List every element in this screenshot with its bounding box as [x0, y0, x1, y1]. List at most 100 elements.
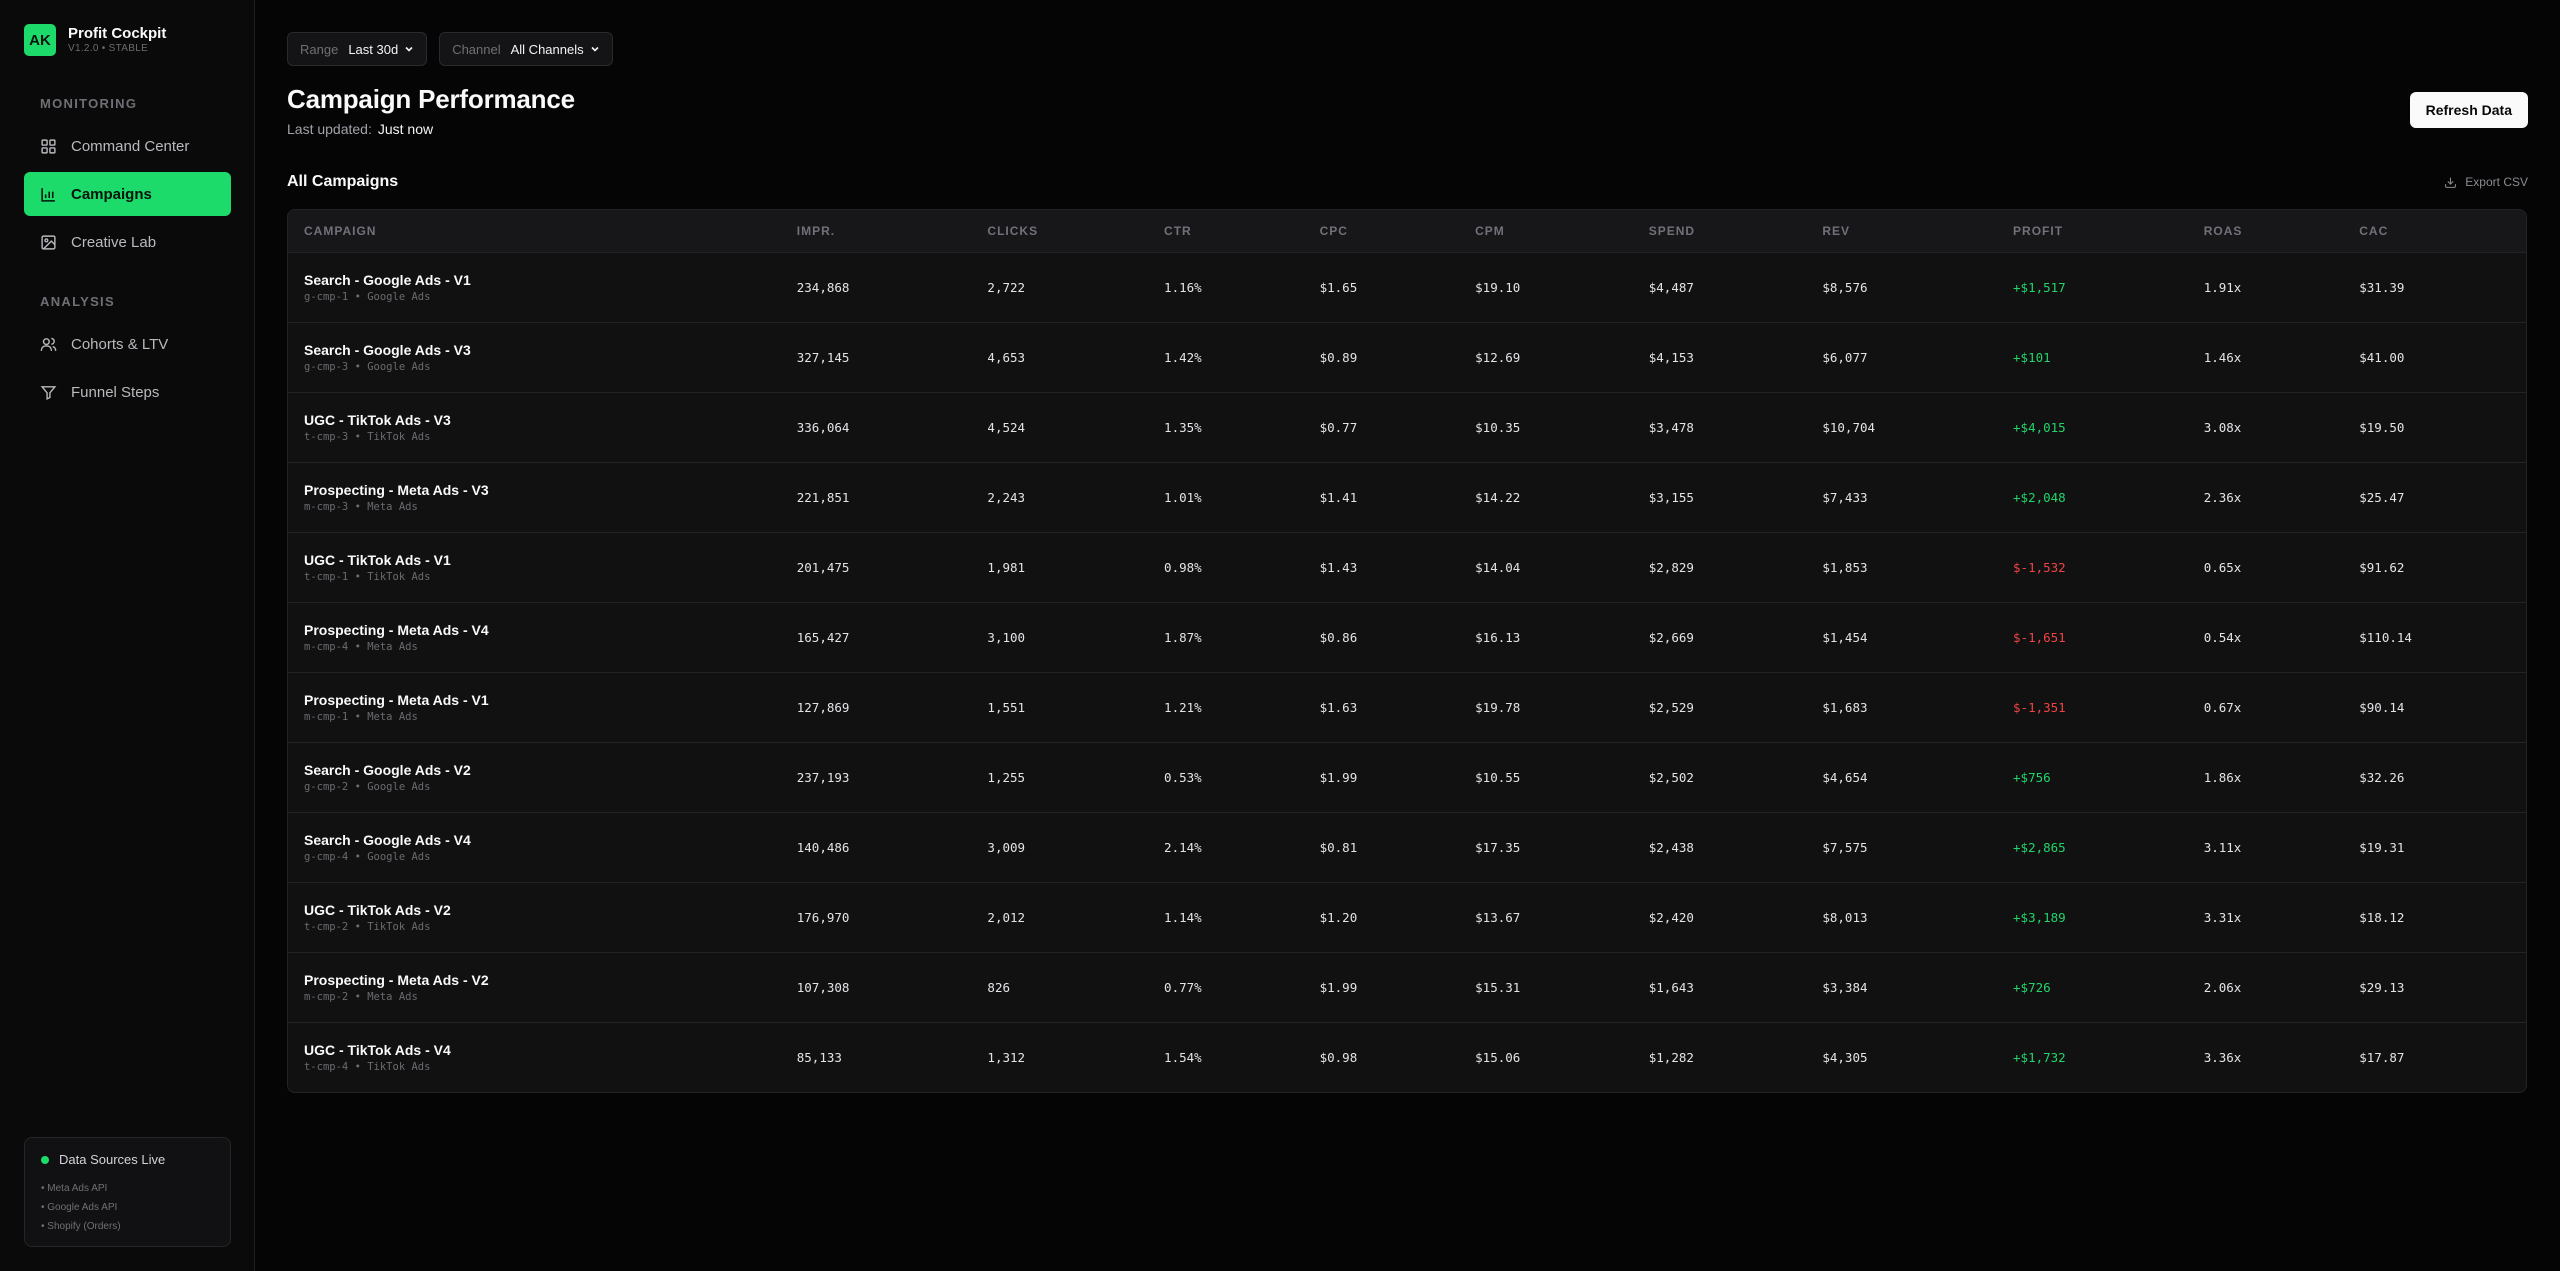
clicks-cell: 4,524: [987, 419, 1026, 435]
users-icon: [40, 337, 57, 351]
table-row[interactable]: UGC - TikTok Ads - V4 t-cmp-4 • TikTok Ad…: [288, 1022, 2526, 1092]
column-header[interactable]: CAC: [2343, 210, 2526, 252]
table-row[interactable]: Search - Google Ads - V2 g-cmp-2 • Google…: [288, 742, 2526, 812]
table-row[interactable]: Search - Google Ads - V1 g-cmp-1 • Google…: [288, 252, 2526, 322]
refresh-data-button[interactable]: Refresh Data: [2409, 92, 2528, 128]
campaign-id-channel: g-cmp-2 • Google Ads: [304, 780, 431, 793]
data-source-item: • Google Ads API: [41, 1202, 118, 1213]
cac-cell: $31.39: [2359, 279, 2405, 295]
table-row[interactable]: Search - Google Ads - V3 g-cmp-3 • Google…: [288, 322, 2526, 392]
table-row[interactable]: Prospecting - Meta Ads - V2 m-cmp-2 • Met…: [288, 952, 2526, 1022]
profit-cell: +$2,048: [2013, 489, 2066, 505]
clicks-cell: 826: [987, 979, 1010, 995]
ctr-cell: 1.35%: [1164, 419, 1202, 435]
sidebar-item-command-center[interactable]: Command Center: [24, 124, 231, 168]
data-source-item: • Meta Ads API: [41, 1183, 108, 1194]
column-header[interactable]: ROAS: [2188, 210, 2344, 252]
brand-version: V1.2.0 • STABLE: [68, 43, 149, 54]
roas-cell: 2.36x: [2203, 489, 2242, 505]
campaign-cell: UGC - TikTok Ads - V1 t-cmp-1 • TikTok Ad…: [288, 532, 781, 602]
table-header-row: All Campaigns Export CSV: [287, 171, 2528, 193]
campaign-cell: Prospecting - Meta Ads - V2 m-cmp-2 • Met…: [288, 952, 781, 1022]
column-header[interactable]: CPM: [1459, 210, 1633, 252]
cpm-cell: $19.10: [1475, 279, 1521, 295]
nav-section-monitoring: MONITORING Command Center Campaigns Crea…: [24, 96, 231, 264]
campaign-name: Prospecting - Meta Ads - V3: [304, 481, 489, 498]
column-header[interactable]: SPEND: [1633, 210, 1807, 252]
campaign-id-channel: m-cmp-4 • Meta Ads: [304, 640, 418, 653]
column-header[interactable]: CTR: [1148, 210, 1304, 252]
brand-logo: AK: [24, 24, 56, 56]
column-header[interactable]: CPC: [1304, 210, 1460, 252]
table-row[interactable]: UGC - TikTok Ads - V2 t-cmp-2 • TikTok Ad…: [288, 882, 2526, 952]
sidebar-item-label: Campaigns: [71, 185, 152, 203]
export-csv-label: Export CSV: [2465, 175, 2528, 189]
campaign-name: Search - Google Ads - V4: [304, 831, 471, 848]
ctr-cell: 1.54%: [1164, 1049, 1202, 1065]
impr-cell: 165,427: [796, 629, 850, 645]
campaign-cell: Search - Google Ads - V3 g-cmp-3 • Google…: [288, 322, 781, 392]
roas-cell: 1.46x: [2203, 349, 2242, 365]
clicks-cell: 2,243: [987, 489, 1026, 505]
campaign-name: UGC - TikTok Ads - V3: [304, 411, 451, 428]
table-title: All Campaigns: [287, 173, 399, 190]
sidebar-item-campaigns[interactable]: Campaigns: [24, 172, 231, 216]
clicks-cell: 1,981: [987, 559, 1026, 575]
campaign-name: UGC - TikTok Ads - V1: [304, 551, 451, 568]
sidebar-item-creative-lab[interactable]: Creative Lab: [24, 220, 231, 264]
export-csv-button[interactable]: Export CSV: [2444, 175, 2528, 189]
table-row[interactable]: Search - Google Ads - V4 g-cmp-4 • Google…: [288, 812, 2526, 882]
ctr-cell: 0.98%: [1164, 559, 1202, 575]
roas-cell: 3.36x: [2203, 1049, 2242, 1065]
nav-heading: ANALYSIS: [40, 294, 115, 309]
campaign-cell: UGC - TikTok Ads - V3 t-cmp-3 • TikTok Ad…: [288, 392, 781, 462]
campaign-cell: Prospecting - Meta Ads - V1 m-cmp-1 • Met…: [288, 672, 781, 742]
campaign-cell: Search - Google Ads - V4 g-cmp-4 • Google…: [288, 812, 781, 882]
column-header[interactable]: PROFIT: [1997, 210, 2188, 252]
column-header[interactable]: IMPR.: [781, 210, 972, 252]
brand: AK Profit Cockpit V1.2.0 • STABLE: [24, 24, 230, 56]
sidebar-item-funnel-steps[interactable]: Funnel Steps: [24, 370, 231, 414]
table-row[interactable]: Prospecting - Meta Ads - V1 m-cmp-1 • Met…: [288, 672, 2526, 742]
impr-cell: 336,064: [796, 419, 850, 435]
cac-cell: $29.13: [2359, 979, 2405, 995]
cpc-cell: $0.98: [1319, 1049, 1358, 1065]
cpm-cell: $12.69: [1475, 349, 1521, 365]
clicks-cell: 4,653: [987, 349, 1026, 365]
campaign-name: Search - Google Ads - V3: [304, 341, 471, 358]
spend-cell: $3,155: [1648, 489, 1694, 505]
cpc-cell: $1.41: [1319, 489, 1358, 505]
cpc-cell: $0.81: [1319, 839, 1358, 855]
channel-filter[interactable]: Channel All Channels: [439, 32, 613, 66]
rev-cell: $10,704: [1822, 419, 1876, 435]
filter-bar: Range Last 30d Channel All Channels: [287, 32, 2528, 66]
rev-cell: $1,853: [1822, 559, 1868, 575]
cac-cell: $19.50: [2359, 419, 2405, 435]
range-filter[interactable]: Range Last 30d: [287, 32, 428, 66]
column-header[interactable]: REV: [1806, 210, 1997, 252]
table-row[interactable]: Prospecting - Meta Ads - V3 m-cmp-3 • Met…: [288, 462, 2526, 532]
impr-cell: 237,193: [796, 769, 850, 785]
spend-cell: $2,669: [1648, 629, 1694, 645]
spend-cell: $1,643: [1648, 979, 1694, 995]
cac-cell: $110.14: [2359, 629, 2412, 645]
spend-cell: $4,153: [1648, 349, 1694, 365]
table-row[interactable]: Prospecting - Meta Ads - V4 m-cmp-4 • Met…: [288, 602, 2526, 672]
ctr-cell: 1.14%: [1164, 909, 1202, 925]
grid-icon: [41, 138, 56, 154]
table-row[interactable]: UGC - TikTok Ads - V1 t-cmp-1 • TikTok Ad…: [288, 532, 2526, 602]
sidebar-item-cohorts[interactable]: Cohorts & LTV: [24, 322, 231, 366]
profit-cell: $-1,351: [2013, 699, 2066, 715]
data-sources-title: Data Sources Live: [59, 1152, 166, 1167]
column-header[interactable]: CLICKS: [971, 210, 1148, 252]
column-header[interactable]: CAMPAIGN: [288, 210, 781, 252]
rev-cell: $3,384: [1822, 979, 1868, 995]
campaign-id-channel: g-cmp-1 • Google Ads: [304, 290, 431, 303]
cpm-cell: $14.22: [1475, 489, 1521, 505]
impr-cell: 221,851: [796, 489, 850, 505]
spend-cell: $2,420: [1648, 909, 1694, 925]
rev-cell: $4,305: [1822, 1049, 1868, 1065]
cpc-cell: $1.63: [1319, 699, 1358, 715]
table-row[interactable]: UGC - TikTok Ads - V3 t-cmp-3 • TikTok Ad…: [288, 392, 2526, 462]
clicks-cell: 2,722: [987, 279, 1026, 295]
